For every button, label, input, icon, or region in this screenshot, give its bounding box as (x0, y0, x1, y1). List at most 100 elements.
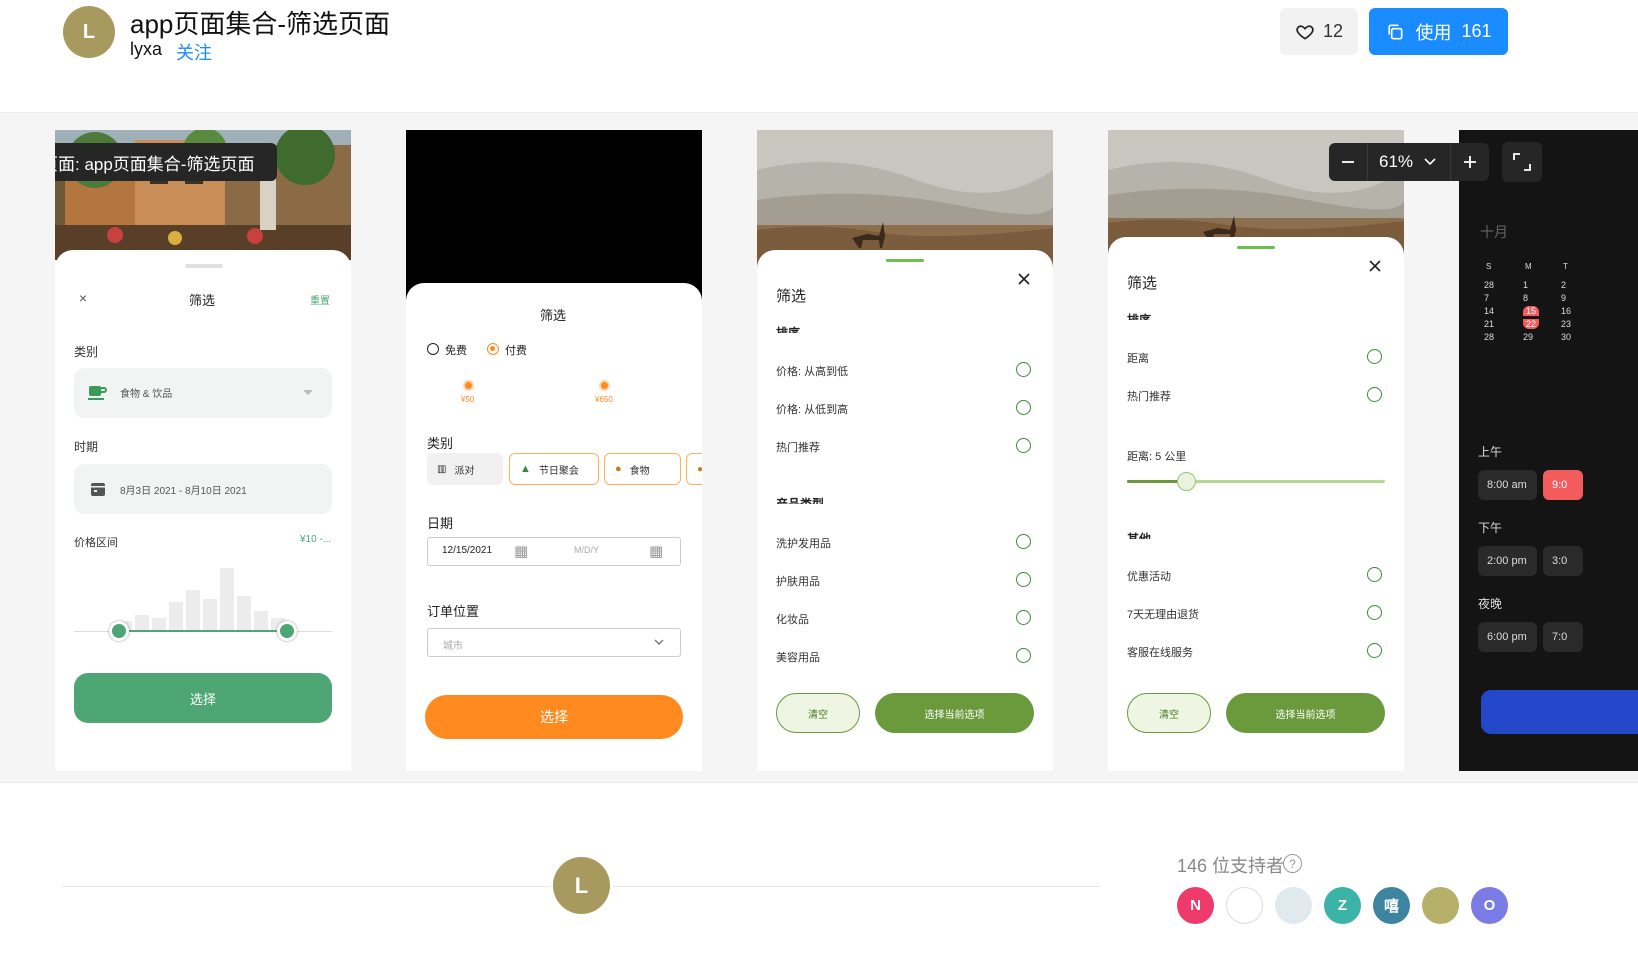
author-name[interactable]: lyxa (130, 39, 162, 60)
supporter-avatar[interactable] (1275, 887, 1312, 924)
time-slot[interactable]: 7:0 (1543, 622, 1583, 652)
calendar-icon[interactable]: ▦ (649, 542, 663, 560)
calendar-day[interactable]: 21 (1484, 319, 1494, 329)
like-button[interactable]: 12 (1280, 8, 1358, 55)
category-select[interactable]: 食物 & 饮品 (74, 368, 332, 418)
calendar-day[interactable]: 22 (1523, 319, 1540, 329)
close-icon[interactable] (1369, 260, 1381, 272)
calendar-day[interactable]: 9 (1561, 293, 1566, 303)
option-label[interactable]: 距离 (1127, 350, 1149, 366)
clear-button[interactable]: 清空 (776, 693, 860, 733)
apply-button[interactable]: 选择当前选项 (1226, 693, 1385, 733)
supporter-avatar[interactable]: O (1471, 887, 1508, 924)
calendar-day[interactable]: 1 (1523, 280, 1528, 290)
plus-icon[interactable] (1463, 155, 1477, 169)
option-radio[interactable] (1016, 572, 1031, 587)
fullscreen-button[interactable] (1502, 142, 1542, 182)
supporter-avatar[interactable] (1226, 887, 1263, 924)
time-slot[interactable]: 6:00 pm (1478, 622, 1537, 652)
supporter-avatar[interactable]: 嘻 (1373, 887, 1410, 924)
date-range-field[interactable]: 12/15/2021 ▦ M/D/Y ▦ (427, 537, 681, 566)
time-slot[interactable]: 3:0 (1543, 546, 1583, 576)
paid-radio[interactable] (487, 343, 499, 355)
author-avatar[interactable]: L (63, 6, 115, 58)
expand-icon (1513, 153, 1531, 171)
drag-handle[interactable] (185, 264, 223, 268)
option-radio[interactable] (1016, 534, 1031, 549)
close-icon[interactable] (1018, 273, 1030, 285)
option-radio[interactable] (1016, 362, 1031, 377)
calendar-day[interactable]: 30 (1561, 332, 1571, 342)
option-radio[interactable] (1016, 400, 1031, 415)
price-max-handle[interactable] (599, 380, 610, 391)
calendar-day[interactable]: 14 (1484, 306, 1494, 316)
calendar-day[interactable]: 23 (1561, 319, 1571, 329)
option-label[interactable]: 美容用品 (776, 649, 820, 665)
calendar-day[interactable]: 16 (1561, 306, 1571, 316)
zoom-level[interactable]: 61% (1379, 152, 1413, 172)
calendar-day[interactable]: 28 (1484, 280, 1494, 290)
chip-party[interactable]: ▥ 派对 (427, 453, 503, 485)
period-field[interactable]: 8月3日 2021 - 8月10日 2021 (74, 464, 332, 514)
drag-handle[interactable] (886, 259, 924, 262)
select-button[interactable]: 选择 (74, 673, 332, 723)
supporter-avatar[interactable]: N (1177, 887, 1214, 924)
option-radio[interactable] (1016, 438, 1031, 453)
apply-button[interactable]: 选择当前选项 (875, 693, 1034, 733)
chip-holiday[interactable]: ▲ 节日聚会 (509, 453, 599, 485)
time-slot[interactable]: 9:0 (1543, 470, 1583, 500)
option-label[interactable]: 优惠活动 (1127, 568, 1171, 584)
option-label[interactable]: 热门推荐 (1127, 388, 1171, 404)
option-radio[interactable] (1367, 567, 1382, 582)
clear-button[interactable]: 清空 (1127, 693, 1211, 733)
option-label[interactable]: 洗护发用品 (776, 535, 831, 551)
date-to[interactable]: M/D/Y (574, 545, 599, 555)
supporter-avatar[interactable]: Z (1324, 887, 1361, 924)
option-label[interactable]: 价格: 从低到高 (776, 401, 848, 417)
calendar-day[interactable]: 29 (1523, 332, 1533, 342)
price-min-handle[interactable] (463, 380, 474, 391)
option-radio[interactable] (1367, 643, 1382, 658)
range-max-handle[interactable] (277, 621, 297, 641)
reset-link[interactable]: 重置 (310, 292, 330, 307)
follow-link[interactable]: 关注 (176, 39, 212, 65)
option-radio[interactable] (1367, 349, 1382, 364)
use-button[interactable]: 使用 161 (1369, 8, 1508, 55)
close-icon[interactable]: × (79, 290, 87, 306)
option-radio[interactable] (1367, 387, 1382, 402)
calendar-icon[interactable]: ▦ (514, 542, 528, 560)
calendar-day[interactable]: 28 (1484, 332, 1494, 342)
time-slot[interactable]: 2:00 pm (1478, 546, 1537, 576)
page-name-text: 页面: app页面集合-筛选页面 (55, 154, 255, 174)
distance-slider-handle[interactable] (1177, 472, 1197, 491)
option-radio[interactable] (1367, 605, 1382, 620)
option-label[interactable]: 护肤用品 (776, 573, 820, 589)
option-label[interactable]: 化妆品 (776, 611, 809, 627)
chip-food[interactable]: ● 食物 (604, 453, 681, 485)
calendar-day[interactable]: 2 (1561, 280, 1566, 290)
supporter-avatar[interactable] (1422, 887, 1459, 924)
range-min-handle[interactable] (109, 621, 129, 641)
calendar-day[interactable]: 15 (1523, 306, 1540, 316)
city-select[interactable]: 城市 (427, 628, 681, 657)
date-from[interactable]: 12/15/2021 (442, 545, 492, 556)
confirm-button[interactable] (1481, 690, 1638, 734)
preview-canvas[interactable]: × 筛选 重置 类别 食物 & 饮品 时期 8月3日 2021 - 8月10日 … (0, 112, 1638, 783)
chip-overflow[interactable]: ● (686, 453, 702, 485)
option-label[interactable]: 价格: 从高到低 (776, 363, 848, 379)
help-icon[interactable]: ? (1283, 854, 1302, 873)
option-radio[interactable] (1016, 610, 1031, 625)
free-radio[interactable] (427, 343, 439, 355)
calendar-day[interactable]: 8 (1523, 293, 1528, 303)
option-label[interactable]: 热门推荐 (776, 439, 820, 455)
author-avatar-large[interactable]: L (550, 854, 613, 917)
drag-handle[interactable] (1237, 246, 1275, 249)
chevron-down-icon[interactable] (1424, 158, 1436, 166)
option-label[interactable]: 客服在线服务 (1127, 644, 1193, 660)
select-button-2[interactable]: 选择 (425, 695, 683, 739)
minus-icon[interactable] (1341, 155, 1355, 169)
time-slot[interactable]: 8:00 am (1478, 470, 1537, 500)
option-label[interactable]: 7天无理由退货 (1127, 606, 1199, 622)
option-radio[interactable] (1016, 648, 1031, 663)
calendar-day[interactable]: 7 (1484, 293, 1489, 303)
